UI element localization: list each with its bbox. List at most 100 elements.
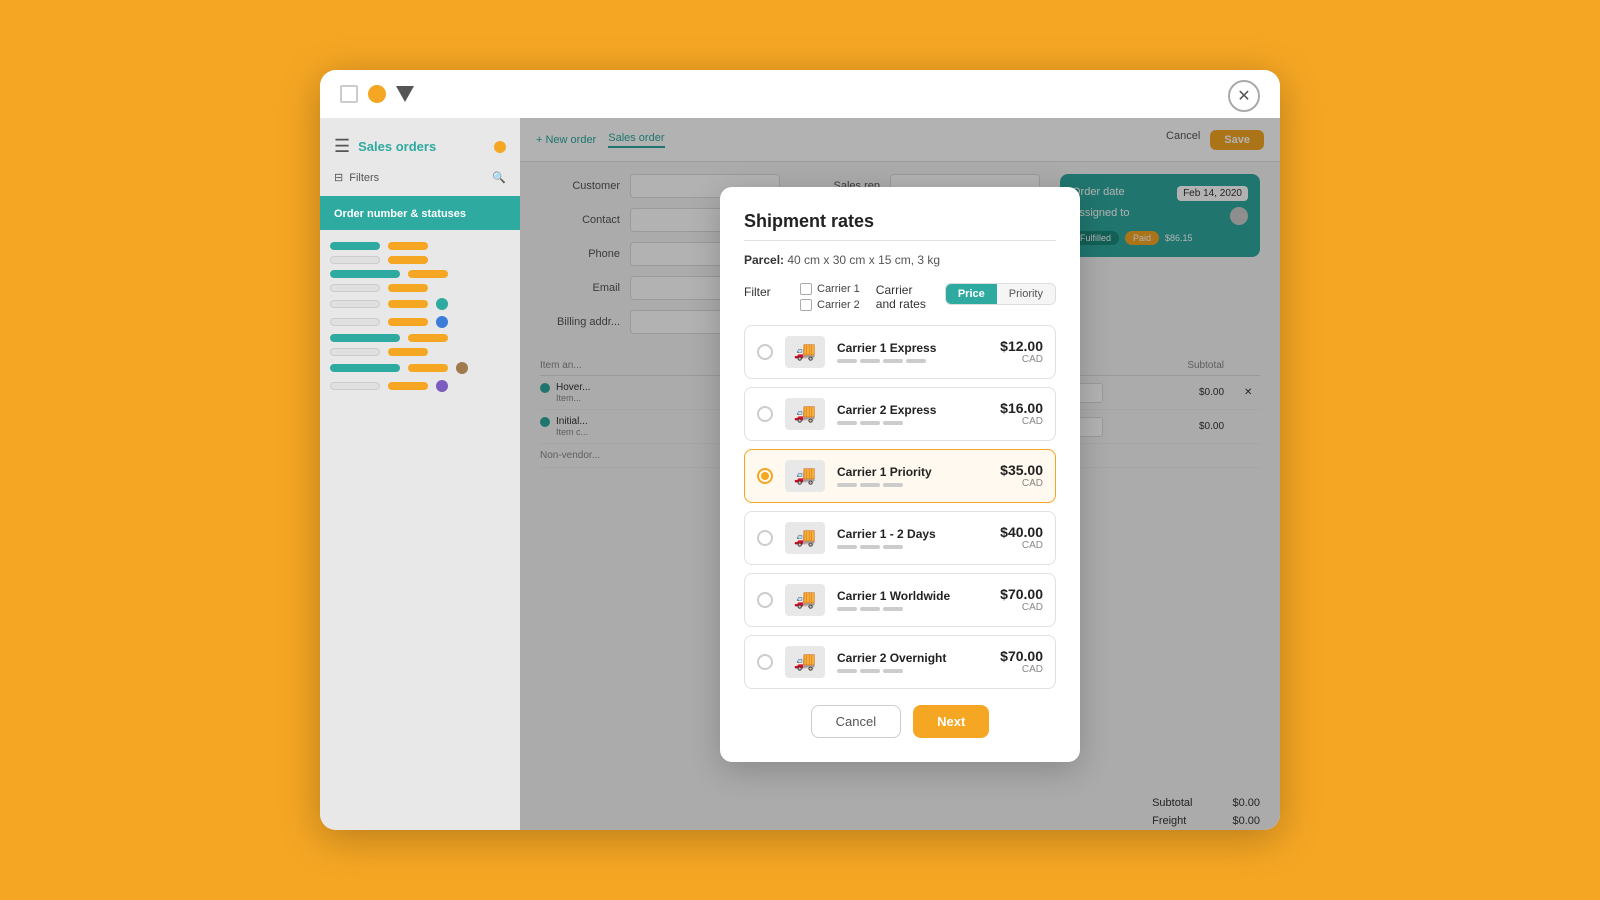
rate-radio[interactable] [757, 406, 773, 422]
rate-details: Carrier 1 Express [837, 341, 988, 363]
rate-list: 🚚 Carrier 1 Express [744, 325, 1056, 689]
list-item[interactable] [330, 348, 510, 356]
bar-segment [330, 300, 380, 308]
bar-seg [883, 421, 903, 425]
bar-seg [837, 607, 857, 611]
circle-icon [368, 85, 386, 103]
carrier-rates-label: Carrier and rates [876, 283, 929, 311]
rate-name: Carrier 1 Express [837, 341, 988, 355]
filter-carrier1[interactable]: Carrier 1 [800, 283, 860, 295]
list-item[interactable] [330, 270, 510, 278]
bar-seg [860, 607, 880, 611]
list-item[interactable] [330, 256, 510, 264]
status-dot [436, 380, 448, 392]
truck-icon: 🚚 [785, 646, 825, 678]
bar-segment [388, 300, 428, 308]
search-icon[interactable]: 🔍 [492, 171, 506, 184]
bar-seg [837, 545, 857, 549]
rate-bars [837, 421, 988, 425]
checkbox[interactable] [800, 283, 812, 295]
next-button[interactable]: Next [913, 705, 989, 738]
rate-bars [837, 607, 988, 611]
rate-price-amount: $35.00 [1000, 462, 1043, 478]
rate-radio-selected[interactable] [757, 468, 773, 484]
status-dot [456, 362, 468, 374]
status-dot [436, 298, 448, 310]
triangle-icon [396, 86, 414, 102]
bar-segment [388, 284, 428, 292]
sidebar-title: Sales orders [358, 139, 436, 154]
list-item[interactable] [330, 316, 510, 328]
bar-seg [837, 483, 857, 487]
rate-price-amount: $40.00 [1000, 524, 1043, 540]
bar-segment [330, 348, 380, 356]
main-area: + New order Sales order Cancel Save Cust… [520, 118, 1280, 830]
bar-seg [883, 669, 903, 673]
section-title: Order number & statuses [334, 208, 466, 220]
rate-currency: CAD [1000, 540, 1043, 551]
modal-divider [744, 240, 1056, 241]
cancel-button[interactable]: Cancel [811, 705, 901, 738]
carrier1-filter-label: Carrier 1 [817, 283, 860, 295]
checkbox[interactable] [800, 299, 812, 311]
truck-icon: 🚚 [785, 522, 825, 554]
bar-seg [860, 545, 880, 549]
sidebar-filters[interactable]: ⊟ Filters 🔍 [320, 165, 520, 190]
list-item[interactable] [330, 380, 510, 392]
rate-item-carrier2-overnight[interactable]: 🚚 Carrier 2 Overnight $70.00 [744, 635, 1056, 689]
truck-icon: 🚚 [785, 398, 825, 430]
menu-icon[interactable]: ☰ [334, 136, 350, 157]
rate-currency: CAD [1000, 354, 1043, 365]
bar-segment [330, 284, 380, 292]
priority-toggle-button[interactable]: Priority [997, 284, 1055, 304]
price-toggle-button[interactable]: Price [946, 284, 997, 304]
carrier2-filter-label: Carrier 2 [817, 299, 860, 311]
bar-seg [837, 359, 857, 363]
rate-price-amount: $70.00 [1000, 648, 1043, 664]
modal-footer: Cancel Next [744, 705, 1056, 738]
filter-carrier2[interactable]: Carrier 2 [800, 299, 860, 311]
modal-overlay: Shipment rates Parcel: 40 cm x 30 cm x 1… [520, 118, 1280, 830]
bar-segment [330, 318, 380, 326]
bar-seg [860, 359, 880, 363]
rate-item-carrier1-2days[interactable]: 🚚 Carrier 1 - 2 Days $40.00 [744, 511, 1056, 565]
bar-segment [330, 256, 380, 264]
list-item[interactable] [330, 242, 510, 250]
rate-radio[interactable] [757, 654, 773, 670]
rate-price: $12.00 CAD [1000, 338, 1043, 365]
rate-item-carrier2-express[interactable]: 🚚 Carrier 2 Express $16.00 [744, 387, 1056, 441]
rate-details: Carrier 2 Express [837, 403, 988, 425]
bar-segment [408, 364, 448, 372]
bar-seg [906, 359, 926, 363]
filter-label: Filter [744, 283, 784, 299]
rate-item-carrier1-priority[interactable]: 🚚 Carrier 1 Priority $35.00 [744, 449, 1056, 503]
bar-seg [883, 359, 903, 363]
rate-price: $70.00 CAD [1000, 648, 1043, 675]
rate-item-carrier1-worldwide[interactable]: 🚚 Carrier 1 Worldwide $70.00 [744, 573, 1056, 627]
list-item[interactable] [330, 334, 510, 342]
rate-currency: CAD [1000, 416, 1043, 427]
bar-segment [330, 270, 400, 278]
bar-seg [837, 421, 857, 425]
filter-icon: ⊟ [334, 171, 343, 184]
filters-label: Filters [349, 172, 379, 184]
list-item[interactable] [330, 298, 510, 310]
rate-radio[interactable] [757, 592, 773, 608]
list-item[interactable] [330, 362, 510, 374]
rate-radio[interactable] [757, 344, 773, 360]
bar-segment [388, 256, 428, 264]
rate-radio[interactable] [757, 530, 773, 546]
rate-price-amount: $70.00 [1000, 586, 1043, 602]
truck-icon: 🚚 [785, 336, 825, 368]
rate-item-carrier1-express[interactable]: 🚚 Carrier 1 Express [744, 325, 1056, 379]
rate-details: Carrier 1 - 2 Days [837, 527, 988, 549]
list-item[interactable] [330, 284, 510, 292]
rate-currency: CAD [1000, 664, 1043, 675]
user-avatar [494, 141, 506, 153]
bar-seg [837, 669, 857, 673]
titlebar: ✕ [320, 70, 1280, 118]
bar-segment [388, 242, 428, 250]
rate-name: Carrier 2 Express [837, 403, 988, 417]
parcel-value: 40 cm x 30 cm x 15 cm, 3 kg [787, 253, 940, 267]
close-button[interactable]: ✕ [1228, 80, 1260, 112]
